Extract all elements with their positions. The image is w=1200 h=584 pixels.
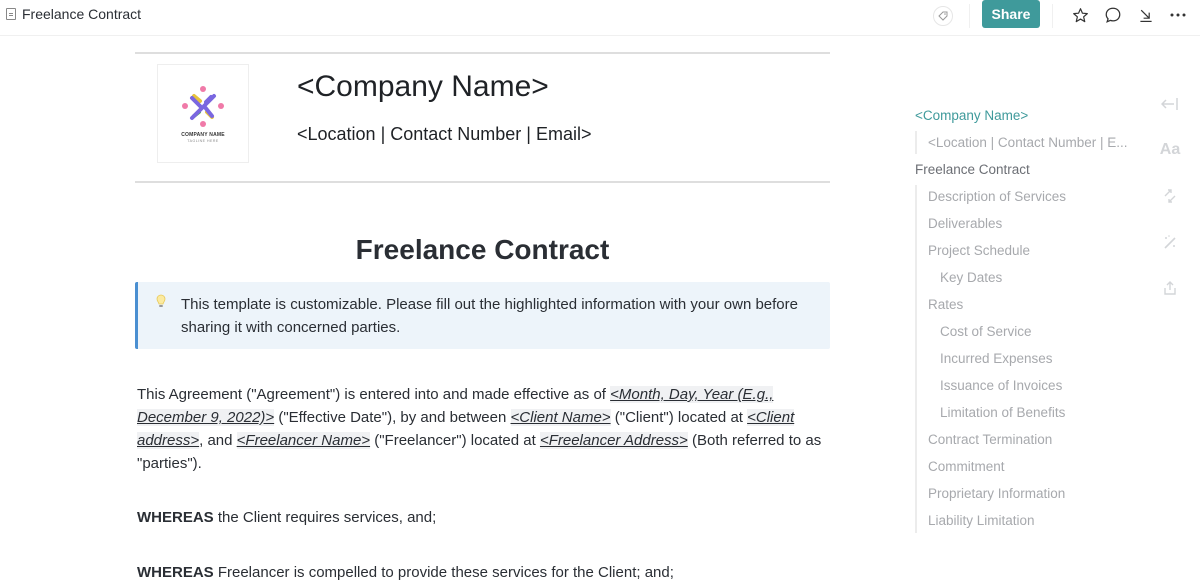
document-title-area: Freelance Contract [6, 6, 141, 22]
toc-item[interactable]: <Company Name> [915, 102, 1145, 129]
toc-item[interactable]: Cost of Service [915, 318, 1145, 345]
swap-icon[interactable] [1158, 184, 1182, 208]
logo-caption: COMPANY NAME [181, 132, 225, 138]
toc-item[interactable]: Commitment [915, 453, 1145, 480]
toc-item[interactable]: Incurred Expenses [915, 345, 1145, 372]
tag-icon[interactable] [933, 6, 953, 26]
company-name-heading: <Company Name> [297, 70, 549, 103]
paragraph-text: ("Client") located at [610, 409, 748, 426]
download-icon[interactable] [1135, 4, 1157, 26]
toc-item[interactable]: Freelance Contract [915, 156, 1145, 183]
whereas-clause-2: WHEREAS Freelancer is compelled to provi… [137, 561, 827, 584]
whereas-clause-1: WHEREAS the Client requires services, an… [137, 506, 827, 529]
table-of-contents: <Company Name> <Location | Contact Number… [915, 102, 1145, 534]
agreement-paragraph: This Agreement ("Agreement") is entered … [137, 383, 827, 475]
whereas-keyword: WHEREAS [137, 564, 214, 581]
callout-text: This template is customizable. Please fi… [181, 296, 798, 336]
document-title: Freelance Contract [22, 6, 142, 22]
clause-text: the Client requires services, and; [213, 509, 437, 526]
top-bar: Freelance Contract Share [0, 0, 1200, 36]
document-heading: Freelance Contract [355, 234, 610, 265]
header-divider-bottom [135, 181, 830, 183]
toc-item[interactable]: <Location | Contact Number | E... [915, 129, 1145, 156]
divider [969, 4, 970, 28]
toc-item[interactable]: Issuance of Invoices [915, 372, 1145, 399]
magic-wand-icon[interactable] [1158, 230, 1182, 254]
toc-item[interactable]: Description of Services [915, 183, 1145, 210]
toc-item[interactable]: Key Dates [915, 264, 1145, 291]
paragraph-text: ("Freelancer") located at [370, 432, 540, 449]
export-icon[interactable] [1158, 276, 1182, 300]
whereas-keyword: WHEREAS [137, 509, 214, 526]
logo-graphic-icon [182, 86, 224, 127]
share-button[interactable]: Share [982, 0, 1040, 28]
more-icon[interactable] [1167, 4, 1189, 26]
toc-item[interactable]: Contract Termination [915, 426, 1145, 453]
info-callout: This template is customizable. Please fi… [135, 282, 830, 349]
toc-item[interactable]: Deliverables [915, 210, 1145, 237]
document-icon [6, 8, 16, 20]
toc-item[interactable]: Project Schedule [915, 237, 1145, 264]
paragraph-text: ("Effective Date"), by and between [274, 409, 511, 426]
freelancer-name-placeholder[interactable]: <Freelancer Name> [236, 432, 371, 449]
lightbulb-icon [156, 294, 166, 313]
header-divider-top [135, 52, 830, 54]
comment-icon[interactable] [1102, 4, 1124, 26]
company-contact-line: <Location | Contact Number | Email> [297, 124, 592, 144]
toc-item[interactable]: Liability Limitation [915, 507, 1145, 534]
collapse-icon[interactable] [1158, 92, 1182, 116]
clause-text: Freelancer is compelled to provide these… [213, 564, 674, 581]
toc-item[interactable]: Rates [915, 291, 1145, 318]
company-logo[interactable]: COMPANY NAME TAGLINE HERE [157, 64, 249, 163]
star-icon[interactable] [1069, 4, 1091, 26]
freelancer-address-placeholder[interactable]: <Freelancer Address> [539, 432, 688, 449]
font-icon[interactable]: Aa [1158, 138, 1182, 162]
toc-item[interactable]: Proprietary Information [915, 480, 1145, 507]
divider [1052, 4, 1053, 28]
logo-tagline: TAGLINE HERE [187, 139, 219, 143]
paragraph-text: , and [199, 432, 237, 449]
client-name-placeholder[interactable]: <Client Name> [510, 409, 611, 426]
paragraph-text: This Agreement ("Agreement") is entered … [137, 386, 611, 403]
toc-item[interactable]: Limitation of Benefits [915, 399, 1145, 426]
